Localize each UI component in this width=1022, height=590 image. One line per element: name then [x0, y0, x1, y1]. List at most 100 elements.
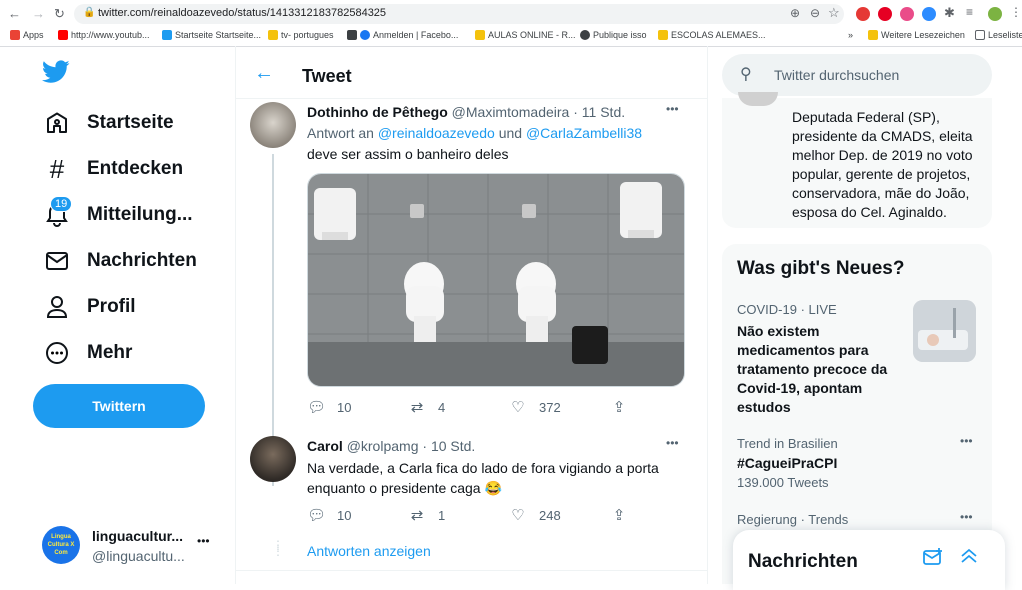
divider	[236, 570, 707, 571]
nav-explore[interactable]: # Entdecken	[44, 154, 183, 184]
media-icon[interactable]: ≡	[966, 5, 973, 19]
share-button[interactable]: ⇪	[610, 506, 711, 524]
more-icon[interactable]: •••	[960, 510, 973, 524]
avatar[interactable]	[738, 92, 778, 106]
bookmark-youtube[interactable]: http://www.youtub...	[58, 30, 150, 40]
nav-more[interactable]: Mehr	[44, 338, 132, 368]
nav-profile[interactable]: Profil	[44, 292, 136, 322]
tweet-author-handle[interactable]: @krolpamg	[347, 438, 419, 454]
nav-home[interactable]: Startseite	[44, 108, 174, 138]
nav-profile-label: Profil	[87, 296, 136, 317]
extension-icon[interactable]	[900, 7, 914, 21]
reply-button[interactable]: 💬︎ 10	[307, 506, 408, 524]
profile-avatar-icon[interactable]	[988, 7, 1002, 21]
main-column: ← Tweet Dothinho de Pêthego @Maximtomade…	[235, 46, 708, 584]
separator: ·	[573, 104, 578, 120]
bookmark-other[interactable]: Weitere Lesezeichen	[868, 30, 965, 40]
avatar[interactable]	[250, 436, 296, 482]
folder-icon	[268, 30, 278, 40]
tweet-actions: 💬︎ 10 ⇄ 1 ♡ 248 ⇪	[307, 506, 711, 524]
bell-icon: 19	[44, 196, 73, 228]
reply-button[interactable]: 💬︎ 10	[307, 398, 408, 416]
trend-item[interactable]: COVID-19 · LIVE Não existem medicamentos…	[722, 292, 992, 415]
nav-notifications[interactable]: 19 Mitteilung...	[44, 196, 193, 230]
menu-icon[interactable]: ⋮	[1010, 5, 1022, 19]
more-icon[interactable]: •••	[960, 434, 973, 448]
translate-icon[interactable]: ⊕	[790, 6, 800, 20]
messages-drawer[interactable]: Nachrichten	[733, 530, 1005, 590]
bookmark-facebook[interactable]: Anmelden | Facebo...	[347, 30, 458, 40]
retweet-icon: ⇄	[410, 399, 424, 416]
share-button[interactable]: ⇪	[610, 398, 711, 416]
folder-icon	[475, 30, 485, 40]
nav-explore-label: Entdecken	[87, 158, 184, 179]
address-bar[interactable]: 🔒 twitter.com/reinaldoazevedo/status/141…	[74, 4, 844, 24]
back-arrow-icon[interactable]: ←	[8, 6, 21, 21]
show-replies-label: Antworten anzeigen	[307, 543, 431, 559]
mention-link[interactable]: @CarlaZambelli38	[526, 125, 642, 141]
tweet-author-name[interactable]: Carol	[307, 438, 343, 454]
tweet-header: Dothinho de Pêthego @Maximtomadeira · 11…	[307, 104, 625, 120]
avatar[interactable]	[250, 102, 296, 148]
nav-messages[interactable]: Nachrichten	[44, 246, 197, 276]
account-switcher[interactable]: Lingua Cultura X Com linguacultur... @li…	[42, 522, 222, 570]
bookmark-tv[interactable]: tv- portugues	[268, 30, 334, 40]
like-count: 248	[539, 507, 561, 523]
like-button[interactable]: ♡ 248	[509, 506, 610, 524]
retweet-count: 1	[438, 507, 446, 523]
reply-and: und	[498, 125, 523, 141]
bookmark-apps[interactable]: Apps	[10, 30, 44, 40]
zoom-icon[interactable]: ⊖	[810, 6, 820, 20]
account-name: linguacultur...	[92, 528, 184, 544]
account-handle: @linguacultu...	[92, 548, 185, 564]
new-message-icon[interactable]	[923, 548, 943, 571]
more-icon	[44, 340, 70, 366]
expand-chevron-icon[interactable]	[959, 546, 979, 571]
puzzle-icon[interactable]: ✱	[944, 5, 955, 21]
back-arrow-icon[interactable]: ←	[254, 62, 274, 85]
retweet-button[interactable]: ⇄ 1	[408, 506, 509, 524]
facebook-icon	[360, 30, 370, 40]
bookmark-escolas[interactable]: ESCOLAS ALEMAES...	[658, 30, 766, 40]
more-icon[interactable]: •••	[666, 436, 679, 450]
tweet-text: Na verdade, a Carla fica do lado de fora…	[307, 460, 659, 496]
zoom-ext-icon[interactable]	[922, 7, 936, 21]
apps-grid-icon	[10, 30, 20, 40]
messages-drawer-title: Nachrichten	[748, 551, 858, 572]
trend-context: Regierung · Trends	[737, 512, 849, 527]
more-icon[interactable]: •••	[666, 102, 679, 116]
tweet-button[interactable]: Twittern	[33, 384, 205, 428]
mention-link[interactable]: @reinaldoazevedo	[378, 125, 495, 141]
bookmark-publique[interactable]: Publique isso	[580, 30, 647, 40]
reload-icon[interactable]: ↻	[54, 6, 65, 22]
bookmark-reading-list[interactable]: Leseliste	[975, 30, 1022, 40]
retweet-icon: ⇄	[410, 507, 424, 524]
header-divider	[236, 98, 707, 99]
hashtag-icon: #	[49, 153, 65, 184]
tweet-author-handle[interactable]: @Maximtomadeira	[452, 104, 570, 120]
account-more-icon[interactable]: •••	[197, 534, 210, 548]
trend-item[interactable]: Trend in Brasilien ••• #CagueiPraCPI 139…	[722, 426, 992, 494]
tweet-image[interactable]	[307, 173, 685, 387]
twitter-logo-icon[interactable]	[42, 60, 70, 89]
bookmarks-overflow[interactable]: »	[848, 30, 853, 40]
star-icon[interactable]: ☆	[828, 5, 840, 21]
tweet-time[interactable]: 11 Std.	[582, 104, 625, 120]
folder-icon	[868, 30, 878, 40]
show-replies-link[interactable]: Antworten anzeigen	[307, 543, 431, 559]
bookmark-aulas[interactable]: AULAS ONLINE - R...	[475, 30, 576, 40]
tweet-author-name[interactable]: Dothinho de Pêthego	[307, 104, 448, 120]
extension-icon[interactable]	[856, 7, 870, 21]
search-input[interactable]: ⚲ Twitter durchsuchen	[722, 54, 992, 96]
pinterest-icon[interactable]	[878, 7, 892, 21]
forward-arrow-icon[interactable]: →	[32, 6, 45, 21]
nav-more-label: Mehr	[87, 342, 133, 363]
bookmark-twitter[interactable]: Startseite Startseite...	[162, 30, 261, 40]
tweet-time[interactable]: 10 Std.	[431, 438, 475, 454]
reading-list-icon	[975, 30, 985, 40]
retweet-button[interactable]: ⇄ 4	[408, 398, 509, 416]
like-button[interactable]: ♡ 372	[509, 398, 610, 416]
globe-icon	[580, 30, 590, 40]
lock-icon: 🔒	[83, 7, 96, 18]
thread-dots: ⋮ ⋮	[272, 538, 284, 558]
